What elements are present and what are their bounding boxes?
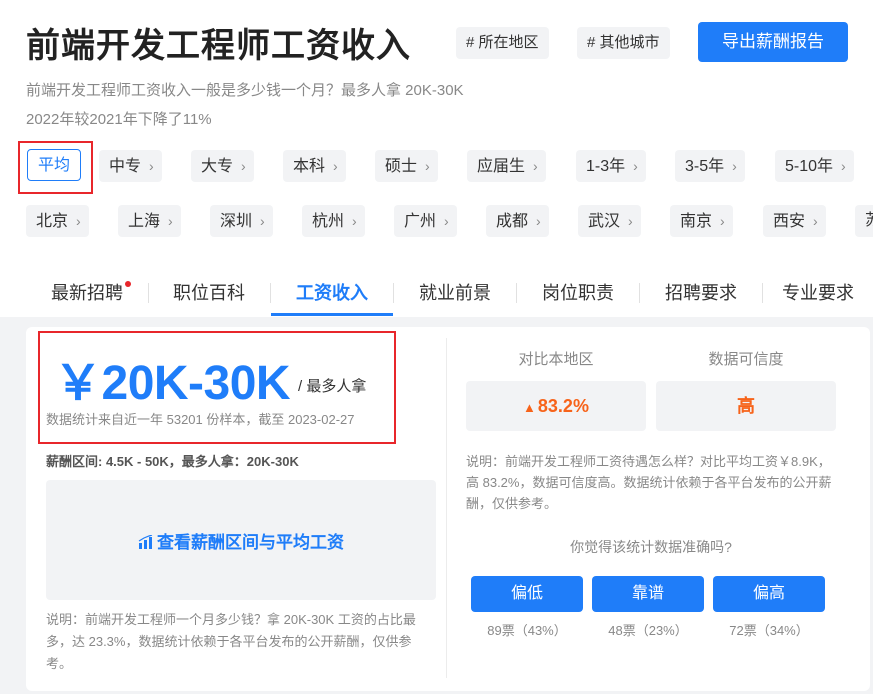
filter-junior-college[interactable]: 大专 › (191, 150, 254, 182)
tab-prospects[interactable]: 就业前景 (394, 270, 516, 316)
city-label: 北京 (36, 213, 69, 230)
city-label: 武汉 (588, 213, 621, 230)
salary-suffix: / 最多人拿 (298, 378, 367, 395)
compare-region-label: 对比本地区 (518, 351, 594, 368)
city-beijing[interactable]: 北京 › (26, 205, 89, 237)
filter-label: 本科 (293, 158, 326, 175)
city-shanghai[interactable]: 上海 › (118, 205, 181, 237)
chevron-right-icon: › (628, 213, 633, 229)
chevron-right-icon: › (333, 158, 338, 174)
city-chengdu[interactable]: 成都 › (486, 205, 549, 237)
filter-label: 大专 (201, 158, 234, 175)
filter-master[interactable]: 硕士 › (375, 150, 438, 182)
city-label: 广州 (404, 213, 437, 230)
chevron-right-icon: › (720, 213, 725, 229)
city-xian[interactable]: 西安 › (763, 205, 826, 237)
chevron-right-icon: › (732, 158, 737, 174)
bar-chart-icon (138, 534, 153, 549)
city-label: 深圳 (220, 213, 253, 230)
filter-graduate[interactable]: 应届生 › (467, 150, 546, 182)
vote-high-button[interactable]: 偏高 (713, 576, 825, 612)
vote-accurate-count: 48票（23%） (608, 623, 688, 638)
chevron-right-icon: › (813, 213, 818, 229)
filter-average[interactable]: 平均 (27, 149, 82, 181)
vote-accurate-button[interactable]: 靠谱 (592, 576, 704, 612)
salary-description: 说明：前端开发工程师一个月多少钱？拿 20K-30K 工资的占比最多，达 23.… (46, 612, 416, 671)
filter-label: 5-10年 (785, 158, 834, 175)
compare-region-value: ▲ 83.2% (466, 381, 646, 431)
city-label: 成都 (496, 213, 529, 230)
filter-label: 1-3年 (586, 158, 626, 175)
city-shenzhen[interactable]: 深圳 › (210, 205, 273, 237)
city-wuhan[interactable]: 武汉 › (578, 205, 641, 237)
credibility-value: 高 (656, 381, 836, 431)
tab-majors[interactable]: 专业要求 (763, 270, 873, 316)
chevron-right-icon: › (841, 158, 846, 174)
tab-salary[interactable]: 工资收入 (271, 270, 393, 316)
vote-low-button[interactable]: 偏低 (471, 576, 583, 612)
tab-active-indicator (271, 313, 393, 316)
city-label: 苏 (865, 212, 873, 229)
city-nanjing[interactable]: 南京 › (670, 205, 733, 237)
view-salary-range-link[interactable]: 查看薪酬区间与平均工资 (46, 528, 436, 553)
yearly-change-text: 2022年较2021年下降了11% (26, 111, 212, 128)
filter-label: 硕士 (385, 158, 418, 175)
filter-1-3-years[interactable]: 1-3年 › (576, 150, 646, 182)
page-title: 前端开发工程师工资收入 (26, 27, 411, 65)
accuracy-question: 你觉得该统计数据准确吗? (570, 539, 732, 555)
export-report-button[interactable]: 导出薪酬报告 (698, 22, 848, 62)
vote-low-count: 89票（43%） (487, 623, 567, 638)
vote-high-count: 72票（34%） (729, 623, 809, 638)
city-label: 西安 (773, 213, 806, 230)
city-label: 南京 (680, 213, 713, 230)
page-subtitle: 前端开发工程师工资收入一般是多少钱一个月？最多人拿 20K-30K (26, 82, 464, 99)
salary-value: ￥20K-30K (54, 357, 291, 410)
city-label: 杭州 (312, 213, 345, 230)
new-dot-icon (125, 281, 131, 287)
compare-percent: 83.2% (537, 396, 589, 416)
city-guangzhou[interactable]: 广州 › (394, 205, 457, 237)
city-su-partial[interactable]: 苏 (855, 205, 873, 237)
arrow-up-icon: ▲ (523, 400, 536, 415)
filter-label: 中专 (109, 158, 142, 175)
filter-label: 3-5年 (685, 158, 725, 175)
city-hangzhou[interactable]: 杭州 › (302, 205, 365, 237)
tag-region[interactable]: # 所在地区 (456, 27, 549, 59)
chevron-right-icon: › (352, 213, 357, 229)
chevron-right-icon: › (536, 213, 541, 229)
tab-latest-jobs[interactable]: 最新招聘 (26, 270, 148, 316)
tab-job-wiki[interactable]: 职位百科 (148, 270, 270, 316)
city-label: 上海 (128, 213, 161, 230)
chevron-right-icon: › (168, 213, 173, 229)
compare-description: 说明：前端开发工程师工资待遇怎么样？对比平均工资￥8.9K，高 83.2%，数据… (466, 454, 832, 511)
filter-5-10-years[interactable]: 5-10年 › (775, 150, 854, 182)
salary-range-text: 薪酬区间: 4.5K - 50K，最多人拿：20K-30K (46, 454, 299, 469)
chevron-right-icon: › (533, 158, 538, 174)
filter-label: 应届生 (477, 158, 526, 175)
chevron-right-icon: › (633, 158, 638, 174)
chevron-right-icon: › (76, 213, 81, 229)
tag-other-cities[interactable]: # 其他城市 (577, 27, 670, 59)
filter-bachelor[interactable]: 本科 › (283, 150, 346, 182)
filter-3-5-years[interactable]: 3-5年 › (675, 150, 745, 182)
chevron-right-icon: › (241, 158, 246, 174)
sample-note: 数据统计来自近一年 53201 份样本，截至 2023-02-27 (46, 412, 355, 427)
chevron-right-icon: › (444, 213, 449, 229)
credibility-label: 数据可信度 (708, 351, 784, 368)
tab-responsibilities[interactable]: 岗位职责 (517, 270, 639, 316)
filter-technical-school[interactable]: 中专 › (99, 150, 162, 182)
chevron-right-icon: › (149, 158, 154, 174)
chevron-right-icon: › (260, 213, 265, 229)
chevron-right-icon: › (425, 158, 430, 174)
view-salary-range-label: 查看薪酬区间与平均工资 (157, 533, 344, 552)
tab-requirements[interactable]: 招聘要求 (640, 270, 762, 316)
column-divider (446, 338, 447, 678)
